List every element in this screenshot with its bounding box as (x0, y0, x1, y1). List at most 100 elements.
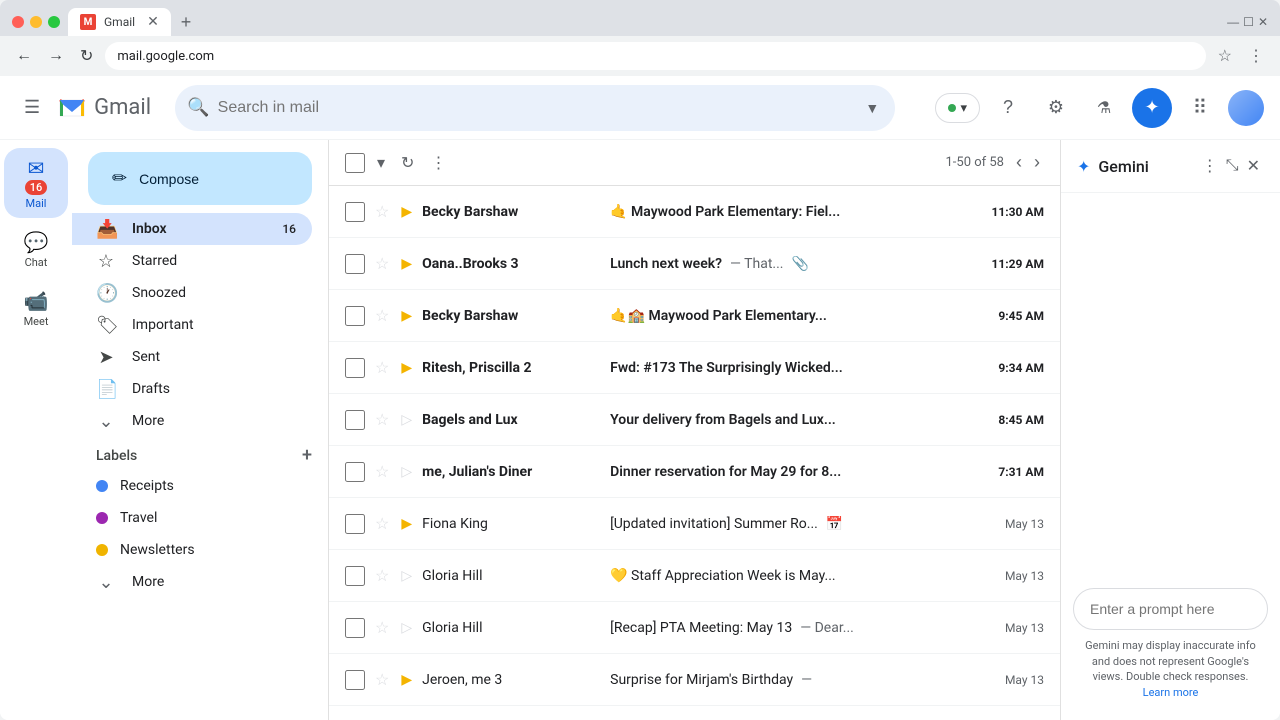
tab-close-btn[interactable]: ✕ (147, 14, 159, 30)
minimize-btn[interactable]: — (1227, 15, 1239, 29)
rail-item-chat[interactable]: 💬 Chat (4, 222, 68, 277)
email-checkbox[interactable] (345, 670, 365, 690)
label-item-receipts[interactable]: Receipts (72, 470, 312, 502)
email-row[interactable]: ☆ ▶ Oana..Brooks 3 Lunch next week? — Th… (329, 238, 1060, 290)
email-row[interactable]: ☆ ▷ Gloria Hill 💛 Staff Appreciation Wee… (329, 550, 1060, 602)
more-options-btn[interactable]: ⋮ (426, 149, 450, 177)
email-row[interactable]: ☆ ▶ Jeroen, me 3 Surprise for Mirjam's B… (329, 654, 1060, 706)
active-tab[interactable]: M Gmail ✕ (68, 8, 171, 36)
sidebar-item-inbox[interactable]: 📥 Inbox 16 (72, 213, 312, 245)
apps-btn[interactable]: ⠿ (1180, 88, 1220, 128)
rail-item-mail[interactable]: ✉ 16 Mail (4, 148, 68, 218)
receipts-label: Receipts (120, 478, 174, 494)
forward-btn[interactable]: → (44, 43, 68, 69)
important-btn[interactable]: ▶ (399, 201, 414, 222)
email-preview: — That... (730, 256, 783, 272)
select-all-checkbox[interactable] (345, 153, 365, 173)
browser-menu-btn[interactable]: ⋮ (1244, 42, 1268, 70)
sidebar-item-drafts[interactable]: 📄 Drafts (72, 373, 312, 405)
help-btn[interactable]: ? (988, 88, 1028, 128)
reload-btn[interactable]: ↻ (76, 42, 97, 70)
prev-page-btn[interactable]: ‹ (1012, 148, 1026, 177)
select-dropdown-btn[interactable]: ▾ (373, 149, 389, 177)
rail-item-meet[interactable]: 📹 Meet (4, 281, 68, 336)
important-btn[interactable]: ▶ (399, 357, 414, 378)
important-btn[interactable]: ▷ (399, 617, 414, 638)
sidebar-item-important[interactable]: 🏷 Important (72, 309, 312, 341)
important-btn[interactable]: ▶ (399, 253, 414, 274)
star-btn[interactable]: ☆ (373, 564, 391, 588)
search-options-btn[interactable]: ▼ (861, 96, 883, 120)
email-row[interactable]: ☆ ▷ me, Julian's Diner Dinner reservatio… (329, 446, 1060, 498)
star-btn[interactable]: ☆ (373, 460, 391, 484)
email-row[interactable]: ☆ ▷ Bagels and Lux Your delivery from Ba… (329, 394, 1060, 446)
sidebar-item-more[interactable]: ⌄ More (72, 405, 312, 437)
browser-window: M Gmail ✕ + — ☐ ✕ ← → ↻ mail.google.com … (0, 0, 1280, 720)
email-sender: Gloria Hill (422, 620, 602, 636)
hamburger-menu-btn[interactable]: ☰ (16, 89, 48, 126)
email-checkbox[interactable] (345, 618, 365, 638)
gemini-title: Gemini (1098, 157, 1197, 176)
settings-btn[interactable]: ⚙ (1036, 88, 1076, 128)
star-btn[interactable]: ☆ (373, 616, 391, 640)
bookmark-btn[interactable]: ☆ (1214, 42, 1236, 70)
email-row[interactable]: ☆ ▶ Becky Barshaw 🤙 Maywood Park Element… (329, 186, 1060, 238)
next-page-btn[interactable]: › (1030, 148, 1044, 177)
minimize-window-btn[interactable] (30, 16, 42, 28)
star-btn[interactable]: ☆ (373, 512, 391, 536)
email-checkbox[interactable] (345, 306, 365, 326)
email-checkbox[interactable] (345, 566, 365, 586)
labs-btn[interactable]: ⚗ (1084, 88, 1124, 128)
star-btn[interactable]: ☆ (373, 252, 391, 276)
status-dot-btn[interactable]: ▾ (935, 93, 980, 123)
address-bar[interactable]: mail.google.com (105, 42, 1205, 70)
email-row[interactable]: ☆ ▶ Becky Barshaw 🤙🏫 Maywood Park Elemen… (329, 290, 1060, 342)
important-btn[interactable]: ▶ (399, 669, 414, 690)
label-item-newsletters[interactable]: Newsletters (72, 534, 312, 566)
email-checkbox[interactable] (345, 254, 365, 274)
gemini-btn[interactable]: ✦ (1132, 88, 1172, 128)
email-checkbox[interactable] (345, 202, 365, 222)
star-btn[interactable]: ☆ (373, 356, 391, 380)
important-btn[interactable]: ▷ (399, 565, 414, 586)
email-checkbox[interactable] (345, 462, 365, 482)
gemini-close-btn[interactable]: ✕ (1243, 152, 1264, 180)
email-checkbox[interactable] (345, 514, 365, 534)
refresh-btn[interactable]: ↻ (397, 149, 418, 177)
email-row[interactable]: ☆ ▶ Fiona King [Updated invitation] Summ… (329, 498, 1060, 550)
gemini-prompt-input[interactable] (1073, 588, 1268, 630)
sidebar-item-sent[interactable]: ➤ Sent (72, 341, 312, 373)
email-checkbox[interactable] (345, 410, 365, 430)
star-btn[interactable]: ☆ (373, 304, 391, 328)
email-row[interactable]: ☆ ▷ Jonathan Castillo Invitation: 🚣 Crow… (329, 706, 1060, 720)
new-tab-btn[interactable]: + (175, 10, 198, 35)
star-btn[interactable]: ☆ (373, 200, 391, 224)
sidebar-item-labels-more[interactable]: ⌄ More (72, 566, 312, 598)
sidebar-item-snoozed[interactable]: 🕐 Snoozed (72, 277, 312, 309)
email-checkbox[interactable] (345, 358, 365, 378)
email-row[interactable]: ☆ ▷ Gloria Hill [Recap] PTA Meeting: May… (329, 602, 1060, 654)
add-label-btn[interactable]: + (302, 445, 312, 466)
back-btn[interactable]: ← (12, 43, 36, 69)
gemini-expand-btn[interactable]: ⤡ (1222, 153, 1243, 179)
maximize-window-btn[interactable] (48, 16, 60, 28)
close-btn[interactable]: ✕ (1258, 15, 1268, 29)
sidebar-item-starred[interactable]: ☆ Starred (72, 245, 312, 277)
email-row[interactable]: ☆ ▶ Ritesh, Priscilla 2 Fwd: #173 The Su… (329, 342, 1060, 394)
avatar[interactable] (1228, 90, 1264, 126)
star-btn[interactable]: ☆ (373, 668, 391, 692)
close-window-btn[interactable] (12, 16, 24, 28)
compose-btn[interactable]: ✏ Compose (88, 152, 312, 205)
restore-btn[interactable]: ☐ (1243, 15, 1254, 29)
important-btn[interactable]: ▶ (399, 305, 414, 326)
important-btn[interactable]: ▷ (399, 409, 414, 430)
gemini-more-btn[interactable]: ⋮ (1198, 152, 1222, 180)
search-wrapper[interactable]: 🔍 ▼ (175, 85, 895, 131)
label-item-travel[interactable]: Travel (72, 502, 312, 534)
star-btn[interactable]: ☆ (373, 408, 391, 432)
important-btn[interactable]: ▷ (399, 461, 414, 482)
important-btn[interactable]: ▶ (399, 513, 414, 534)
receipts-dot (96, 480, 108, 492)
learn-more-link[interactable]: Learn more (1143, 686, 1199, 699)
search-input[interactable] (218, 99, 854, 117)
